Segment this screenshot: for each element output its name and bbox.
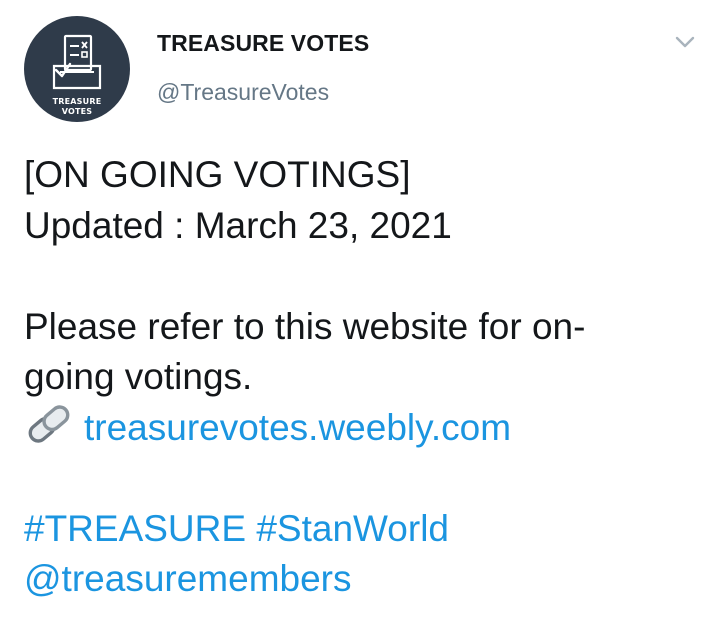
hashtag-treasure[interactable]: #TREASURE xyxy=(24,508,246,549)
tweet-card: TREASURE VOTES TREASURE VOTES @TreasureV… xyxy=(0,0,720,623)
tweet-line-refer: Please refer to this website for on- xyxy=(24,305,586,347)
link-icon xyxy=(28,404,70,443)
display-name[interactable]: TREASURE VOTES xyxy=(157,30,369,57)
tweet-link-row: treasurevotes.weebly.com xyxy=(24,403,704,454)
tweet-text: [ON GOING VOTINGS] Updated : March 23, 2… xyxy=(24,150,704,605)
hashtag-row: #TREASURE #StanWorld xyxy=(24,504,704,555)
mention-treasuremembers[interactable]: @treasuremembers xyxy=(24,558,352,599)
website-link[interactable]: treasurevotes.weebly.com xyxy=(84,407,511,448)
avatar-label-line1: TREASURE xyxy=(52,97,102,106)
avatar[interactable]: TREASURE VOTES xyxy=(24,16,130,122)
avatar-label-line2: VOTES xyxy=(61,107,93,116)
mention-row: @treasuremembers xyxy=(24,554,704,605)
tweet-line-title: [ON GOING VOTINGS] xyxy=(24,154,411,195)
hashtag-stanworld[interactable]: #StanWorld xyxy=(256,508,449,549)
chevron-down-icon xyxy=(675,36,695,48)
tweet-line-updated: Updated : March 23, 2021 xyxy=(24,204,452,246)
tweet-menu-button[interactable] xyxy=(670,30,700,54)
user-handle[interactable]: @TreasureVotes xyxy=(157,79,329,106)
tweet-line-votings: going votings. xyxy=(24,356,253,397)
